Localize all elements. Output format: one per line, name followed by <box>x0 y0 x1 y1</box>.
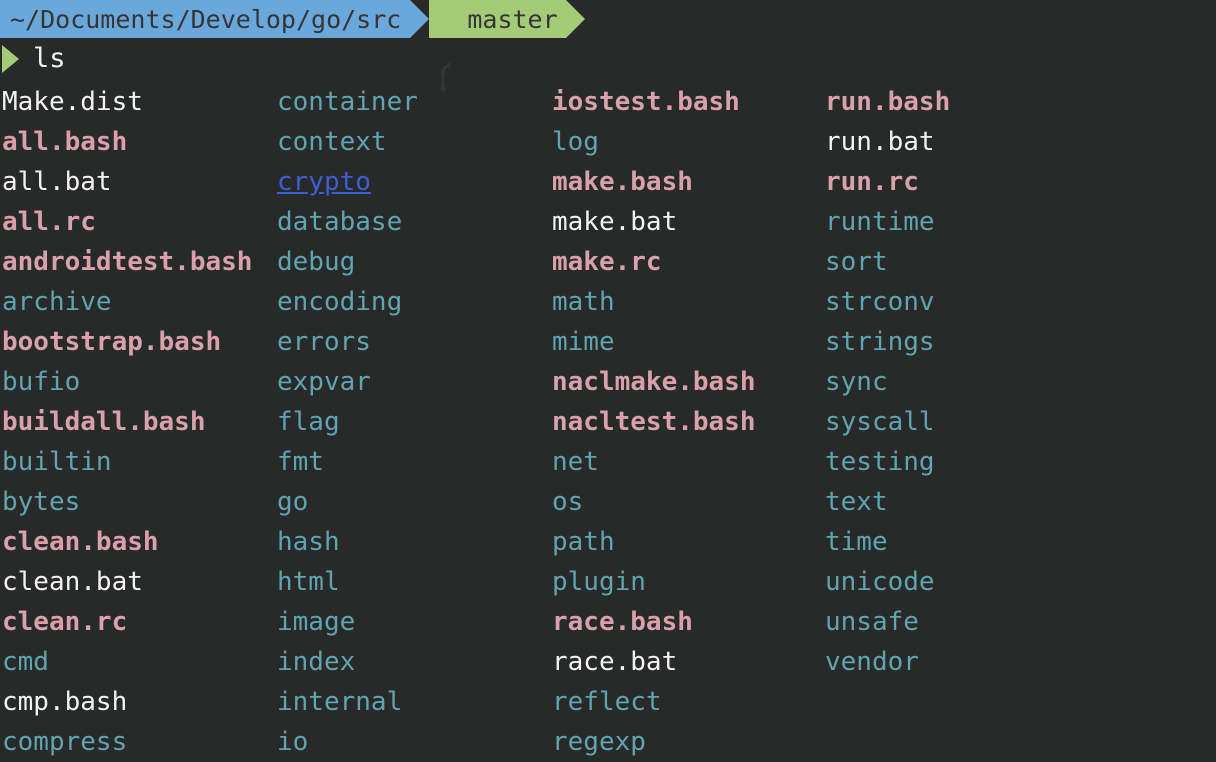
ls-entry-directory: archive <box>2 282 277 322</box>
ls-entry-directory: expvar <box>277 362 552 402</box>
ls-entry-directory: internal <box>277 682 552 722</box>
ls-entry-directory: bufio <box>2 362 277 402</box>
ls-entry-directory: math <box>552 282 825 322</box>
ls-entry-directory: index <box>277 642 552 682</box>
ls-entry-directory: unicode <box>825 562 1205 602</box>
ls-entry-directory: vendor <box>825 642 1205 682</box>
ls-entry-executable: clean.rc <box>2 602 277 642</box>
path-segment-arrow-icon <box>410 0 429 38</box>
ls-entry-directory: builtin <box>2 442 277 482</box>
ls-entry-directory: strings <box>825 322 1205 362</box>
ls-entry-directory: path <box>552 522 825 562</box>
ls-entry-file: all.bat <box>2 162 277 202</box>
ls-entry-directory: container <box>277 82 552 122</box>
ls-entry-file: race.bat <box>552 642 825 682</box>
ls-entry-directory: log <box>552 122 825 162</box>
ls-entry-directory: time <box>825 522 1205 562</box>
ls-entry-executable: naclmake.bash <box>552 362 825 402</box>
ls-entry-file: clean.bat <box>2 562 277 602</box>
ls-entry-executable: run.rc <box>825 162 1205 202</box>
prompt-path-segment: ~/Documents/Develop/go/src <box>0 0 410 38</box>
ls-entry-directory: hash <box>277 522 552 562</box>
ls-entry-executable: all.rc <box>2 202 277 242</box>
ls-entry-directory: image <box>277 602 552 642</box>
ls-entry-directory: encoding <box>277 282 552 322</box>
ls-entry-directory: io <box>277 722 552 762</box>
ls-entry-executable: iostest.bash <box>552 82 825 122</box>
ls-column: run.bashrun.batrun.rcruntimesortstrconvs… <box>825 82 1205 762</box>
powerline-prompt-bar: ~/Documents/Develop/go/src master <box>0 0 1216 38</box>
prompt-git-segment: master <box>429 0 565 38</box>
prompt-path-text: ~/Documents/Develop/go/src <box>10 5 401 34</box>
ls-entry-executable: bootstrap.bash <box>2 322 277 362</box>
ls-entry-directory: debug <box>277 242 552 282</box>
ls-entry-symlink: crypto <box>277 162 552 202</box>
ls-entry-executable: run.bash <box>825 82 1205 122</box>
ls-entry-directory: bytes <box>2 482 277 522</box>
ls-entry-directory: testing <box>825 442 1205 482</box>
ls-entry-directory: mime <box>552 322 825 362</box>
ls-entry-executable: androidtest.bash <box>2 242 277 282</box>
ls-entry-directory: flag <box>277 402 552 442</box>
ls-column: containercontextcryptodatabasedebugencod… <box>277 82 552 762</box>
ls-entry-directory: sync <box>825 362 1205 402</box>
ls-entry-executable: buildall.bash <box>2 402 277 442</box>
ls-entry-directory: go <box>277 482 552 522</box>
ls-entry-directory: strconv <box>825 282 1205 322</box>
ls-entry-file: Make.dist <box>2 82 277 122</box>
ls-entry-directory: net <box>552 442 825 482</box>
ls-entry-file: make.bat <box>552 202 825 242</box>
ls-entry-directory: fmt <box>277 442 552 482</box>
ls-entry-directory: cmd <box>2 642 277 682</box>
ls-entry-directory: os <box>552 482 825 522</box>
ls-column: iostest.bashlogmake.bashmake.batmake.rcm… <box>552 82 825 762</box>
ls-entry-directory: text <box>825 482 1205 522</box>
ls-entry-executable: clean.bash <box>2 522 277 562</box>
ls-output: Make.distall.bashall.batall.rcandroidtes… <box>0 82 1216 762</box>
git-segment-arrow-icon <box>566 0 585 38</box>
ls-entry-directory: plugin <box>552 562 825 602</box>
command-text: ls <box>33 44 66 74</box>
ls-entry-directory: unsafe <box>825 602 1205 642</box>
ls-entry-executable: make.rc <box>552 242 825 282</box>
ls-entry-directory: errors <box>277 322 552 362</box>
ls-entry-file: run.bat <box>825 122 1205 162</box>
ls-entry-executable: make.bash <box>552 162 825 202</box>
ls-entry-directory: sort <box>825 242 1205 282</box>
ls-entry-executable: race.bash <box>552 602 825 642</box>
ls-entry-directory: html <box>277 562 552 602</box>
ls-entry-directory: regexp <box>552 722 825 762</box>
ls-entry-directory: compress <box>2 722 277 762</box>
ls-entry-executable: nacltest.bash <box>552 402 825 442</box>
command-line[interactable]: ls <box>0 38 1216 80</box>
git-branch-icon <box>437 4 457 34</box>
prompt-branch-text: master <box>467 5 557 34</box>
ls-entry-directory: syscall <box>825 402 1205 442</box>
ls-entry-directory: runtime <box>825 202 1205 242</box>
ls-entry-directory: reflect <box>552 682 825 722</box>
terminal-window: ~/Documents/Develop/go/src master ls Mak… <box>0 0 1216 762</box>
prompt-arrow-icon <box>2 45 19 73</box>
ls-entry-directory: database <box>277 202 552 242</box>
ls-entry-executable: all.bash <box>2 122 277 162</box>
ls-column: Make.distall.bashall.batall.rcandroidtes… <box>2 82 277 762</box>
ls-entry-file: cmp.bash <box>2 682 277 722</box>
